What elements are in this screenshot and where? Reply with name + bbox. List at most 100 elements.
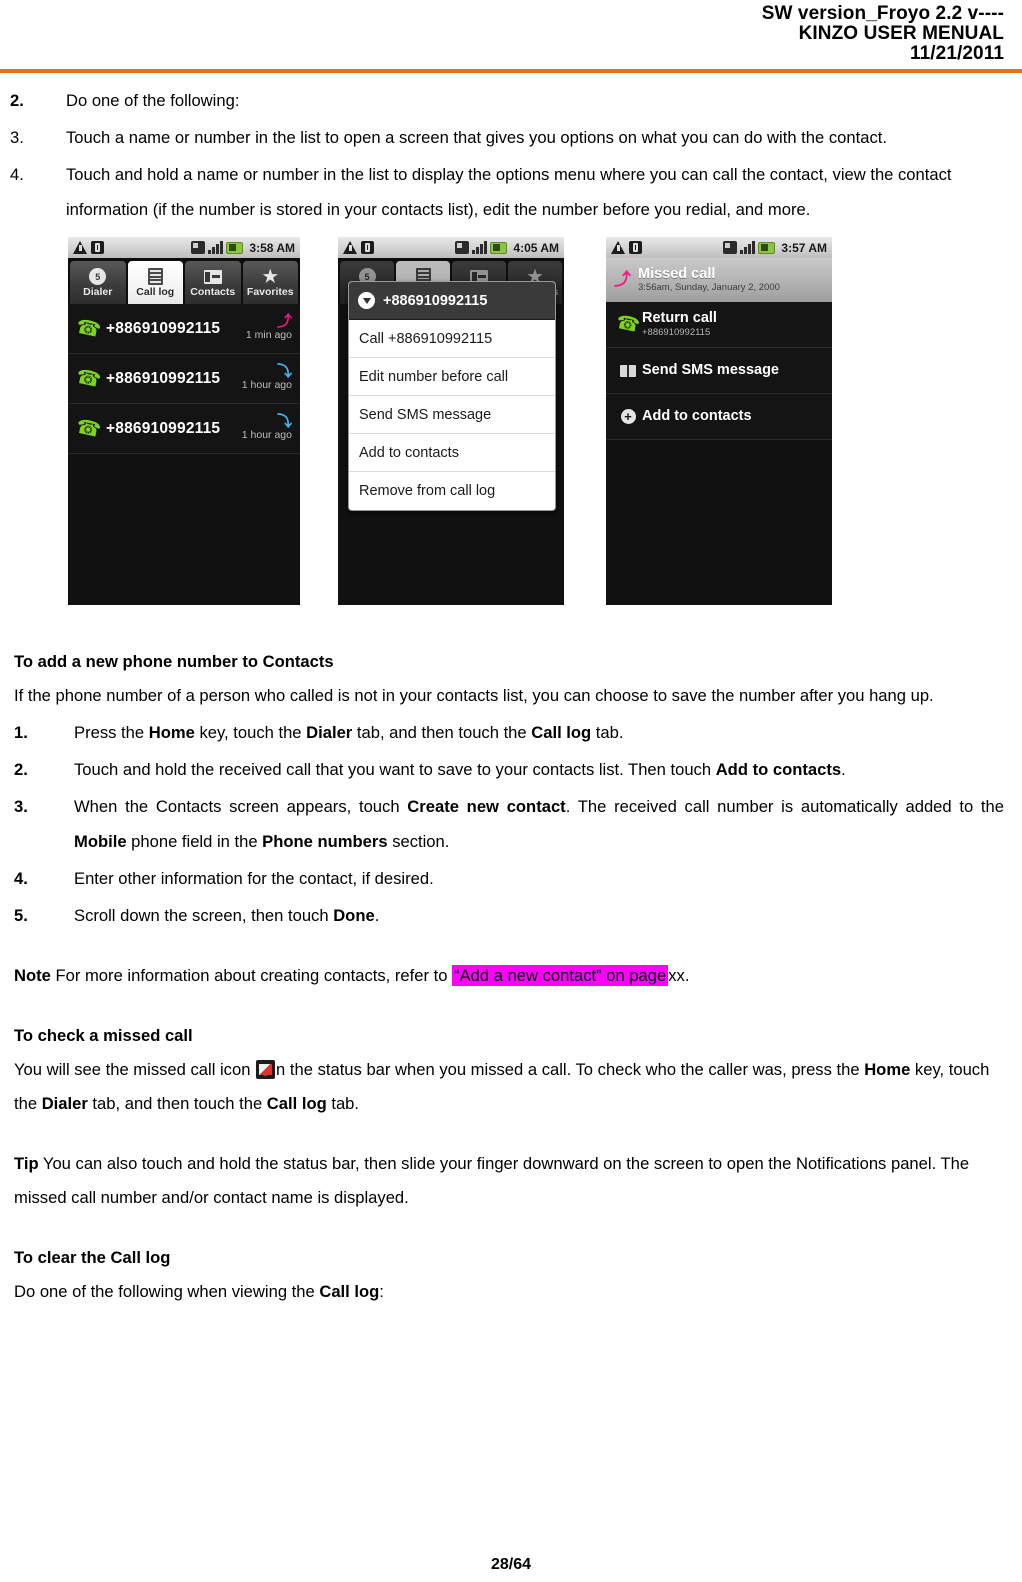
missed-call-arrow-icon: ⤴ xyxy=(614,270,631,289)
list-item: 2. Do one of the following: xyxy=(10,83,1004,118)
table-row[interactable]: ☎ +886910992115 ⤵ 1 hour ago xyxy=(68,354,300,404)
list-marker: 4. xyxy=(10,165,24,184)
tab-label: Contacts xyxy=(190,286,236,298)
menu-item-send-sms[interactable]: Send SMS message xyxy=(349,396,555,434)
tab-contacts[interactable]: Contacts xyxy=(185,261,241,304)
list-item: 2. Touch and hold the received call that… xyxy=(10,752,1004,787)
list-marker: 2. xyxy=(14,760,28,779)
status-bar-time: 4:05 AM xyxy=(513,240,559,255)
document-header: SW version_Froyo 2.2 v---- KINZO USER ME… xyxy=(0,0,1022,64)
list-item: 5. Scroll down the screen, then touch Do… xyxy=(10,898,1004,933)
table-row[interactable]: ☎ +886910992115 ⤴ 1 min ago xyxy=(68,304,300,354)
table-row[interactable]: ☎ +886910992115 ⤵ 1 hour ago xyxy=(68,404,300,454)
notification-title: Missed call xyxy=(638,266,716,282)
page-body: 2. Do one of the following: 3. Touch a n… xyxy=(0,73,1022,1309)
list-marker: 3. xyxy=(10,128,24,147)
warning-icon xyxy=(343,241,357,254)
list-text: Enter other information for the contact,… xyxy=(74,869,434,888)
phone-screenshot-call-log: 3:58 AM 5 Dialer Call log Contacts ★ Fav… xyxy=(68,237,300,605)
list-marker: 3. xyxy=(14,797,28,816)
tab-call-log[interactable]: Call log xyxy=(127,261,183,304)
list-text: Touch and hold the received call that yo… xyxy=(74,760,846,779)
action-add-to-contacts[interactable]: + Add to contacts xyxy=(606,394,832,440)
phone-icon: ☎ xyxy=(73,315,103,342)
list-item: 3. Touch a name or number in the list to… xyxy=(10,120,1004,155)
menu-item-remove-from-call-log[interactable]: Remove from call log xyxy=(349,472,555,510)
battery-icon xyxy=(758,241,776,254)
tip-block: Tip You can also touch and hold the stat… xyxy=(14,1147,1004,1215)
list-item: 4. Touch and hold a name or number in th… xyxy=(10,157,1004,227)
warning-icon xyxy=(611,241,625,254)
status-bar: 3:58 AM xyxy=(68,237,300,258)
screenshot-strip: 3:58 AM 5 Dialer Call log Contacts ★ Fav… xyxy=(68,237,1004,605)
header-manual-title: KINZO USER MENUAL xyxy=(798,23,1004,44)
call-time-ago: 1 hour ago xyxy=(241,378,292,391)
list-marker: 1. xyxy=(14,723,28,742)
list-text: Touch and hold a name or number in the l… xyxy=(66,165,952,219)
note-label: Note xyxy=(14,966,51,985)
missed-call-arrow-icon: ⤴ xyxy=(276,312,292,330)
list-item: 4. Enter other information for the conta… xyxy=(10,861,1004,896)
note-before: For more information about creating cont… xyxy=(50,966,453,985)
notification-subtitle: 3:56am, Sunday, January 2, 2000 xyxy=(638,282,780,293)
list-text: Do one of the following: xyxy=(66,91,240,110)
call-number: +886910992115 xyxy=(106,319,221,337)
note-after: xx. xyxy=(668,966,690,985)
action-title: Return call xyxy=(642,310,717,326)
phone-screenshot-missed-call: 3:57 AM ⤴ Missed call 3:56am, Sunday, Ja… xyxy=(606,237,832,605)
header-sw-version: SW version_Froyo 2.2 v---- xyxy=(761,3,1004,24)
note-block: Note For more information about creating… xyxy=(14,959,1004,993)
phone-screenshot-context-menu: 4:05 AM 5 Dialer Call log Contacts ★ xyxy=(338,237,564,605)
section-body-clear-call-log: Do one of the following when viewing the… xyxy=(14,1282,384,1301)
call-number: +886910992115 xyxy=(106,419,221,437)
battery-icon xyxy=(226,241,244,254)
sim-icon xyxy=(191,241,206,254)
section-body-missed-call: You will see the missed call icon n the … xyxy=(14,1060,990,1113)
status-bar-time: 3:57 AM xyxy=(781,240,827,255)
section-intro-add-contact: If the phone number of a person who call… xyxy=(14,686,934,705)
list-marker: 4. xyxy=(14,869,28,888)
menu-item-add-to-contacts[interactable]: Add to contacts xyxy=(349,434,555,472)
signal-bars-icon xyxy=(740,241,755,254)
signal-bars-icon xyxy=(208,241,223,254)
menu-item-call[interactable]: Call +886910992115 xyxy=(349,320,555,358)
call-number: +886910992115 xyxy=(106,369,221,387)
section-heading-clear-call-log: To clear the Call log xyxy=(14,1248,171,1267)
action-title: Add to contacts xyxy=(642,408,752,424)
status-bar: 4:05 AM xyxy=(338,237,564,258)
usb-icon xyxy=(91,241,104,254)
status-bar: 3:57 AM xyxy=(606,237,832,258)
add-icon: + xyxy=(614,409,642,424)
contacts-icon xyxy=(203,269,222,284)
call-time-ago: 1 hour ago xyxy=(241,428,292,441)
list-text: Scroll down the screen, then touch Done. xyxy=(74,906,380,925)
missed-call-icon xyxy=(256,1060,276,1079)
list-text: Touch a name or number in the list to op… xyxy=(66,128,887,147)
tab-bar: 5 Dialer Call log Contacts ★ Favorites xyxy=(68,258,300,304)
call-time-ago: 1 min ago xyxy=(245,328,292,341)
action-return-call[interactable]: ☎ Return call +886910992115 xyxy=(606,302,832,348)
sms-icon xyxy=(614,364,642,377)
warning-icon xyxy=(73,241,87,254)
section-heading-add-contact: To add a new phone number to Contacts xyxy=(14,652,334,671)
action-send-sms[interactable]: Send SMS message xyxy=(606,348,832,394)
list-text: Press the Home key, touch the Dialer tab… xyxy=(74,723,624,742)
menu-item-edit-number[interactable]: Edit number before call xyxy=(349,358,555,396)
tab-dialer[interactable]: 5 Dialer xyxy=(70,261,126,304)
tab-label: Favorites xyxy=(246,286,294,298)
sim-icon xyxy=(723,241,738,254)
battery-icon xyxy=(490,241,508,254)
list-item: 3. When the Contacts screen appears, tou… xyxy=(10,789,1004,859)
page-number: 28/64 xyxy=(490,1556,532,1573)
tab-favorites[interactable]: ★ Favorites xyxy=(242,261,298,304)
list-marker: 2. xyxy=(10,91,24,110)
header-date: 11/21/2011 xyxy=(910,43,1004,64)
list-marker: 5. xyxy=(14,906,28,925)
call-log-icon xyxy=(147,268,163,285)
phone-icon: ☎ xyxy=(73,415,103,442)
phone-icon: ☎ xyxy=(73,365,103,392)
status-bar-time: 3:58 AM xyxy=(249,240,295,255)
incoming-call-arrow-icon: ⤵ xyxy=(276,412,292,430)
sim-icon xyxy=(455,241,470,254)
tip-label: Tip xyxy=(14,1154,39,1173)
